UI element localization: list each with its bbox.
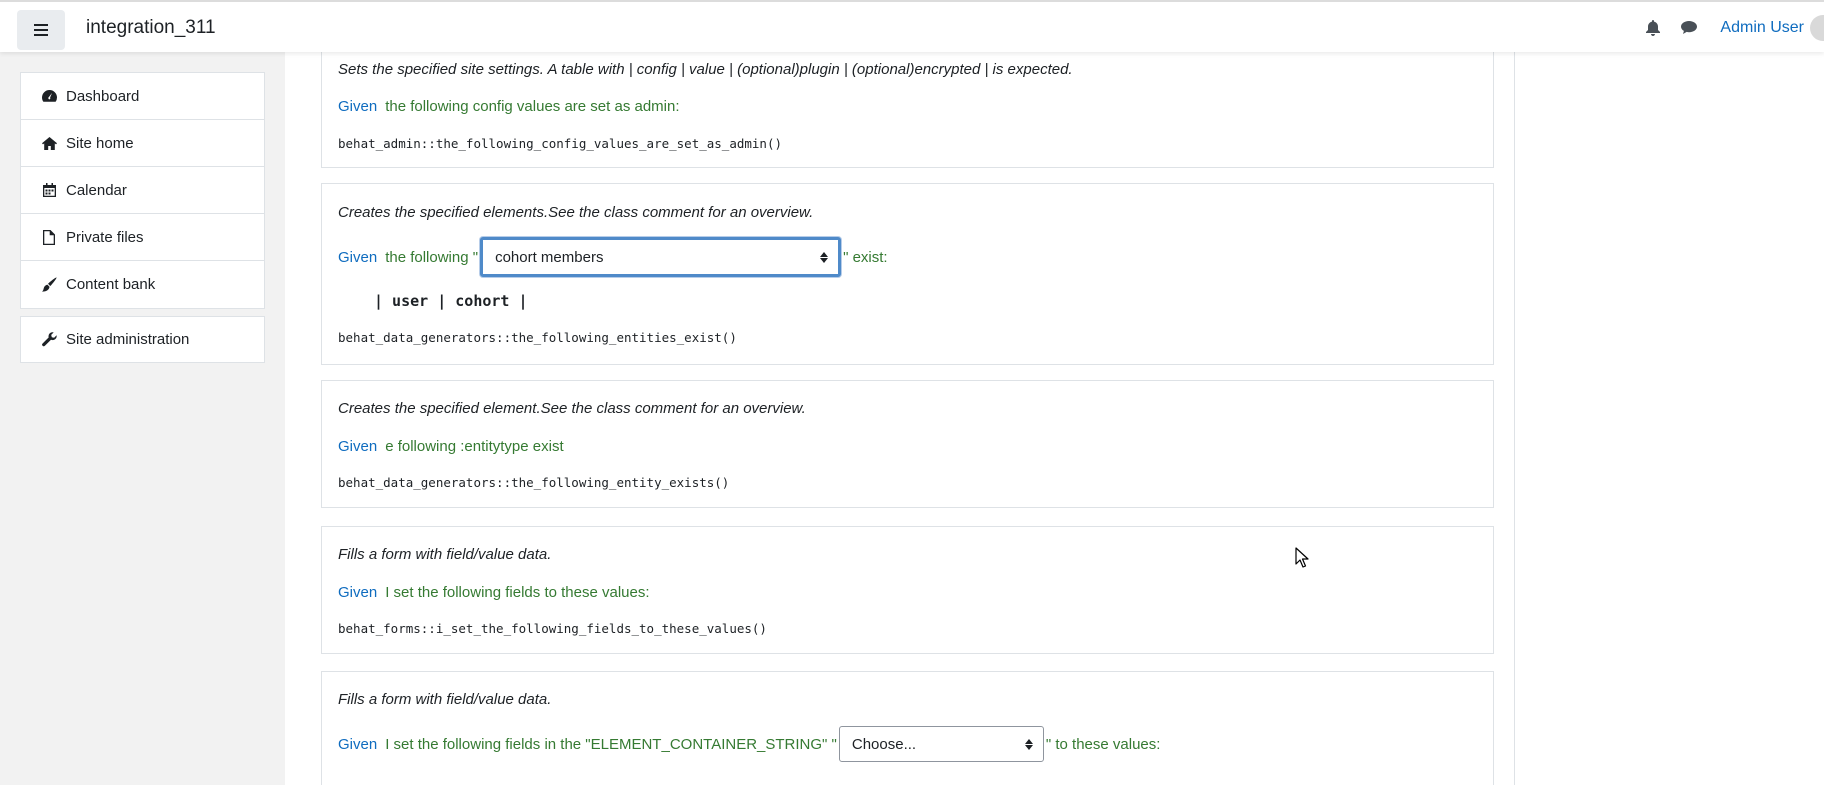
step-text: I set the following fields to these valu… — [385, 584, 650, 601]
step-keyword: Given — [338, 584, 378, 601]
step-text: " to these values: — [1045, 735, 1161, 753]
step-card-4: Fills a form with field/value data. Give… — [321, 526, 1494, 654]
drawer-toggle-button[interactable] — [17, 10, 65, 50]
step-card-5: Fills a form with field/value data. Give… — [321, 671, 1494, 785]
sidebar-item-label: Content bank — [66, 276, 156, 293]
step-text: " exist: — [843, 248, 888, 266]
step-definition: Given I set the following fields in the … — [338, 726, 1160, 762]
step-definition: Given the following config values are se… — [338, 98, 680, 115]
step-text: I set the following fields in the "ELEME… — [385, 735, 837, 753]
step-table: | user | cohort | — [374, 292, 528, 310]
step-keyword: Given — [338, 735, 378, 753]
step-text: the following config values are set as a… — [385, 98, 680, 115]
admin-menu: Site administration — [20, 316, 265, 363]
select-caret-icon — [1024, 738, 1033, 750]
sidebar-item-private-files[interactable]: Private files — [21, 214, 264, 261]
step-function: behat_data_generators::the_following_ent… — [338, 475, 730, 490]
select-caret-icon — [820, 251, 829, 263]
element-container-select[interactable]: Choose... — [838, 726, 1044, 762]
brush-icon — [41, 277, 57, 293]
step-card-2: Creates the specified elements.See the c… — [321, 183, 1494, 365]
sidebar-item-label: Calendar — [66, 181, 127, 199]
select-value: cohort members — [495, 248, 604, 266]
step-description: Sets the specified site settings. A tabl… — [338, 61, 1073, 78]
avatar[interactable] — [1810, 15, 1824, 41]
entity-type-select[interactable]: cohort members — [480, 237, 842, 277]
sidebar-item-label: Site home — [66, 134, 134, 152]
user-nav: Admin User — [1642, 15, 1824, 41]
sidebar-item-content-bank[interactable]: Content bank — [21, 261, 264, 308]
file-icon — [41, 229, 57, 245]
step-function: behat_data_generators::the_following_ent… — [338, 330, 737, 345]
calendar-icon — [41, 182, 57, 198]
nav-menu: Dashboard Site home Calendar Private fil… — [20, 72, 265, 309]
bell-icon[interactable] — [1642, 17, 1664, 39]
sidebar-item-site-administration[interactable]: Site administration — [21, 317, 264, 362]
sidebar-item-site-home[interactable]: Site home — [21, 120, 264, 167]
step-keyword: Given — [338, 438, 378, 455]
hamburger-icon — [34, 24, 48, 36]
top-navbar: integration_311 Admin User — [0, 0, 1824, 52]
chat-icon[interactable] — [1678, 17, 1700, 39]
step-card-3: Creates the specified element.See the cl… — [321, 380, 1494, 508]
select-value: Choose... — [851, 735, 917, 753]
step-function: behat_forms::i_set_the_following_fields_… — [338, 621, 767, 636]
step-card-1: Sets the specified site settings. A tabl… — [321, 52, 1494, 168]
sidebar-item-dashboard[interactable]: Dashboard — [21, 73, 264, 120]
sidebar-item-label: Site administration — [66, 331, 190, 348]
step-description: Creates the specified element.See the cl… — [338, 400, 806, 417]
sidebar-item-label: Dashboard — [66, 87, 140, 105]
step-description: Fills a form with field/value data. — [338, 691, 552, 708]
user-menu-link[interactable]: Admin User — [1720, 19, 1804, 37]
right-column — [1515, 52, 1824, 785]
main-region: Sets the specified site settings. A tabl… — [285, 52, 1515, 785]
dashboard-icon — [41, 88, 57, 104]
home-icon — [41, 135, 57, 151]
nav-drawer: Dashboard Site home Calendar Private fil… — [0, 52, 285, 785]
step-definition: Given e following :entitytype exist — [338, 438, 564, 455]
step-keyword: Given — [338, 98, 378, 115]
sidebar-item-label: Private files — [66, 228, 144, 246]
step-definition: Given I set the following fields to thes… — [338, 584, 650, 601]
step-text: the following " — [385, 248, 479, 266]
step-function: behat_admin::the_following_config_values… — [338, 136, 783, 151]
wrench-icon — [41, 332, 57, 348]
sidebar-item-calendar[interactable]: Calendar — [21, 167, 264, 214]
step-description: Creates the specified elements.See the c… — [338, 204, 814, 221]
mouse-cursor-icon — [1295, 547, 1309, 568]
step-keyword: Given — [338, 248, 378, 266]
step-text: e following :entitytype exist — [385, 438, 564, 455]
step-description: Fills a form with field/value data. — [338, 546, 552, 563]
step-definition: Given the following " cohort members " e… — [338, 237, 888, 277]
site-name[interactable]: integration_311 — [86, 17, 216, 39]
